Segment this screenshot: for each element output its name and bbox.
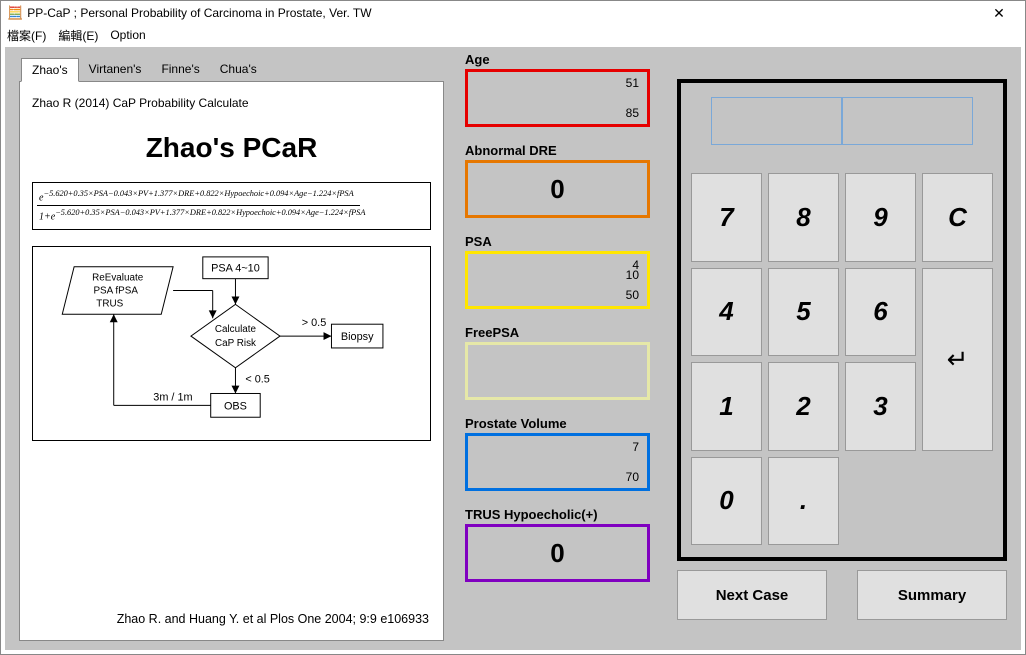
svg-text:ReEvaluate: ReEvaluate <box>92 272 144 283</box>
key-clear[interactable]: C <box>922 173 993 262</box>
svg-text:CaP Risk: CaP Risk <box>215 338 256 349</box>
age-label: Age <box>465 52 650 67</box>
close-button[interactable]: ✕ <box>979 5 1019 22</box>
formula-box: e−5.620+0.35×PSA−0.043×PV+1.377×DRE+0.82… <box>32 182 431 230</box>
tab-body: Zhao R (2014) CaP Probability Calculate … <box>19 81 444 641</box>
summary-button[interactable]: Summary <box>857 570 1007 620</box>
menu-option[interactable]: Option <box>110 28 145 42</box>
key-dot[interactable]: . <box>768 457 839 546</box>
pv-max: 70 <box>626 470 639 484</box>
trus-value: 0 <box>468 527 647 579</box>
calc-display-left[interactable] <box>711 97 842 145</box>
dre-label: Abnormal DRE <box>465 143 650 158</box>
flowchart: PSA 4~10 Calculate CaP Risk > 0.5 B <box>32 246 431 441</box>
app-window: 🧮 PP-CaP ; Personal Probability of Carci… <box>0 0 1026 655</box>
reference-text: Zhao R (2014) CaP Probability Calculate <box>32 96 431 110</box>
pv-label: Prostate Volume <box>465 416 650 431</box>
psa-label: PSA <box>465 234 650 249</box>
window-title: PP-CaP ; Personal Probability of Carcino… <box>27 6 979 20</box>
tab-zhao[interactable]: Zhao's <box>21 58 79 82</box>
svg-text:< 0.5: < 0.5 <box>245 373 270 385</box>
svg-text:Calculate: Calculate <box>215 324 257 335</box>
tab-chua[interactable]: Chua's <box>210 58 267 82</box>
key-1[interactable]: 1 <box>691 362 762 451</box>
key-4[interactable]: 4 <box>691 268 762 357</box>
citation: Zhao R. and Huang Y. et al Plos One 2004… <box>117 612 429 626</box>
trus-input[interactable]: 0 <box>465 524 650 582</box>
tab-finne[interactable]: Finne's <box>151 58 209 82</box>
menubar: 檔案(F) 編輯(E) Option <box>1 25 1025 45</box>
key-3[interactable]: 3 <box>845 362 916 451</box>
psa-v2: 10 <box>626 268 639 282</box>
key-8[interactable]: 8 <box>768 173 839 262</box>
client-area: Zhao's Virtanen's Finne's Chua's Zhao R … <box>5 47 1021 650</box>
svg-text:Biopsy: Biopsy <box>341 331 374 343</box>
next-case-button[interactable]: Next Case <box>677 570 827 620</box>
titlebar: 🧮 PP-CaP ; Personal Probability of Carci… <box>1 1 1025 25</box>
tab-virtanen[interactable]: Virtanen's <box>79 58 152 82</box>
key-6[interactable]: 6 <box>845 268 916 357</box>
age-max: 85 <box>626 106 639 120</box>
key-2[interactable]: 2 <box>768 362 839 451</box>
psa-input[interactable]: 4 10 50 <box>465 251 650 309</box>
flow-psa-range: PSA 4~10 <box>211 262 260 274</box>
calculator: 7 8 9 C 4 5 6 ↵ 1 2 3 0 . <box>677 79 1007 561</box>
svg-text:3m / 1m: 3m / 1m <box>153 391 192 403</box>
key-0[interactable]: 0 <box>691 457 762 546</box>
fpsa-label: FreePSA <box>465 325 650 340</box>
app-icon: 🧮 <box>7 5 23 21</box>
menu-file[interactable]: 檔案(F) <box>7 27 46 44</box>
panel-title: Zhao's PCaR <box>32 132 431 164</box>
key-5[interactable]: 5 <box>768 268 839 357</box>
keypad: 7 8 9 C 4 5 6 ↵ 1 2 3 0 . <box>691 173 993 545</box>
dre-value: 0 <box>468 163 647 215</box>
formula-numerator: e−5.620+0.35×PSA−0.043×PV+1.377×DRE+0.82… <box>37 187 360 206</box>
age-input[interactable]: 51 85 <box>465 69 650 127</box>
psa-max: 50 <box>626 288 639 302</box>
key-enter[interactable]: ↵ <box>922 268 993 451</box>
trus-label: TRUS Hypoecholic(+) <box>465 507 650 522</box>
tab-row: Zhao's Virtanen's Finne's Chua's <box>21 57 444 81</box>
key-9[interactable]: 9 <box>845 173 916 262</box>
calc-display <box>711 97 973 145</box>
pv-input[interactable]: 7 70 <box>465 433 650 491</box>
tabs-panel: Zhao's Virtanen's Finne's Chua's Zhao R … <box>19 57 444 639</box>
pv-min: 7 <box>632 440 639 454</box>
inputs-column: Age 51 85 Abnormal DRE 0 PSA 4 10 50 <box>465 52 650 598</box>
calc-display-right[interactable] <box>842 97 973 145</box>
menu-edit[interactable]: 編輯(E) <box>58 27 98 44</box>
svg-text:> 0.5: > 0.5 <box>302 317 327 329</box>
dre-input[interactable]: 0 <box>465 160 650 218</box>
fpsa-input[interactable] <box>465 342 650 400</box>
formula-denominator: 1+e−5.620+0.35×PSA−0.043×PV+1.377×DRE+0.… <box>37 206 371 224</box>
age-min: 51 <box>626 76 639 90</box>
svg-text:OBS: OBS <box>224 400 247 412</box>
svg-text:PSA fPSA: PSA fPSA <box>93 285 138 296</box>
svg-text:TRUS: TRUS <box>96 298 123 309</box>
key-7[interactable]: 7 <box>691 173 762 262</box>
